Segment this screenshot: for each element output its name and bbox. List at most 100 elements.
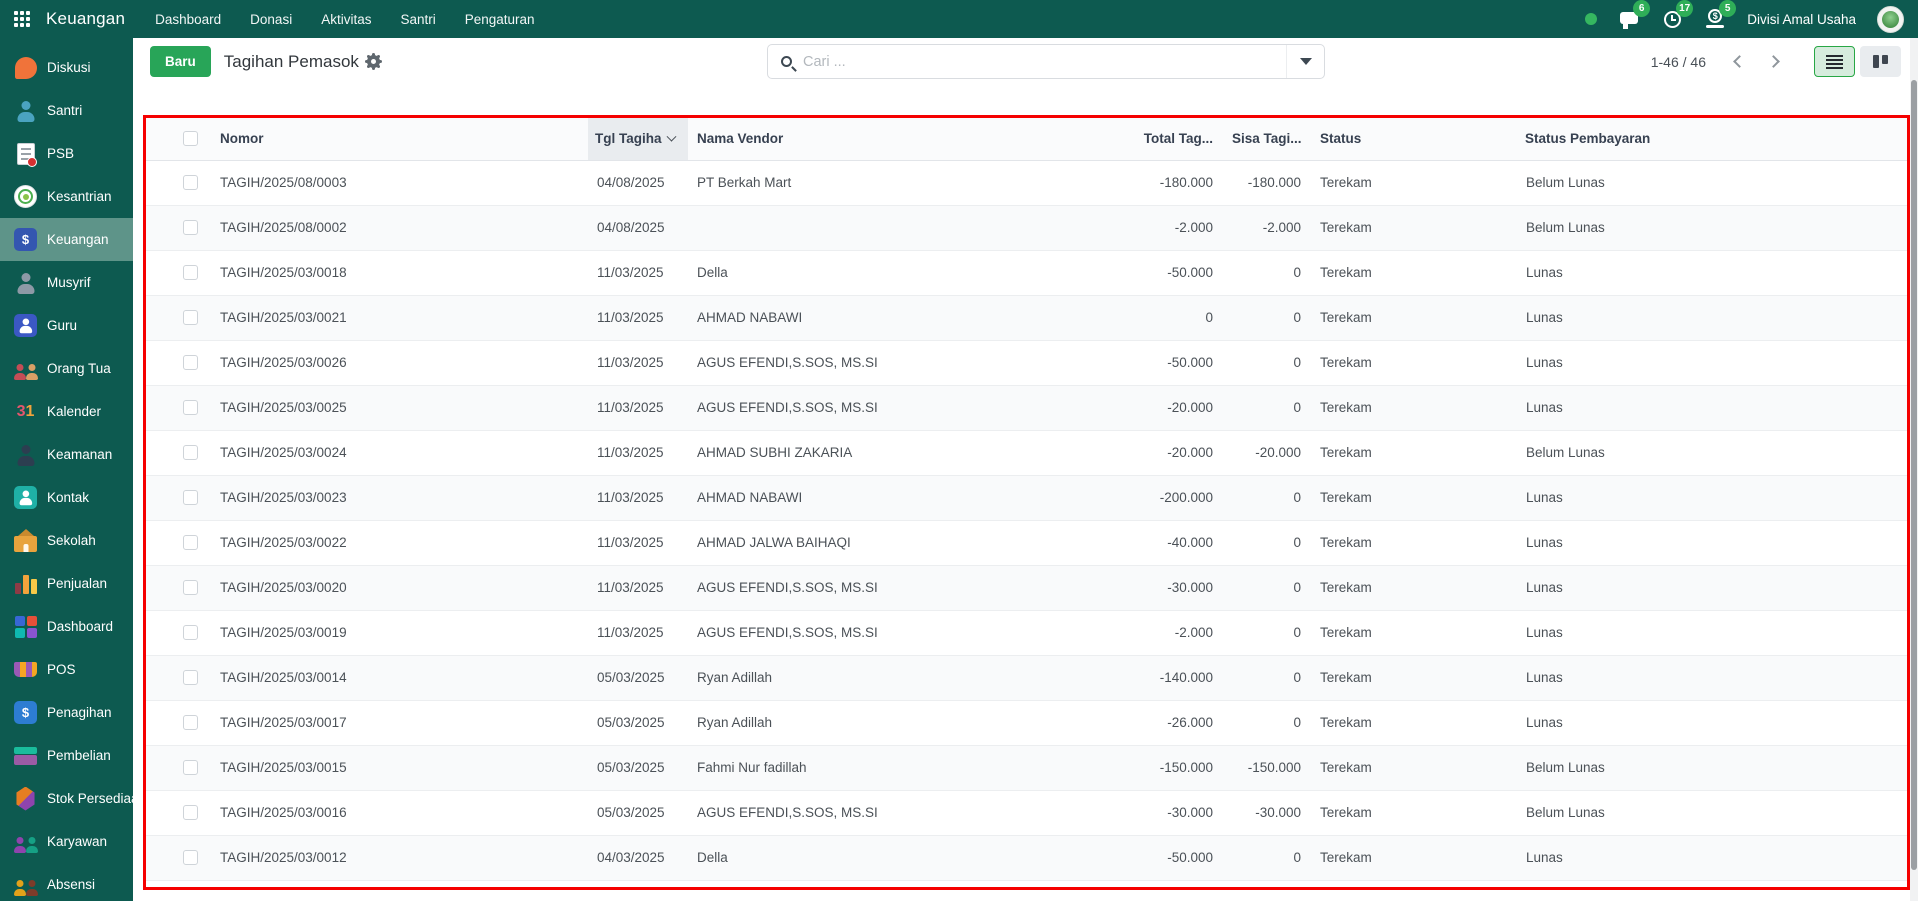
row-checkbox[interactable] [183, 355, 198, 370]
table-row[interactable]: TAGIH/2025/03/0020 11/03/2025 AGUS EFENDI,… [146, 564, 1907, 610]
row-checkbox[interactable] [183, 535, 198, 550]
table-row[interactable]: TAGIH/2025/08/0003 04/08/2025 PT Berkah Ma… [146, 159, 1907, 205]
apps-grid-icon[interactable] [14, 10, 31, 28]
attendance-icon [13, 872, 38, 897]
sidebar-item-karyawan[interactable]: Karyawan [0, 820, 133, 863]
new-button[interactable]: Baru [150, 46, 211, 77]
select-all-checkbox[interactable] [183, 131, 198, 147]
table-row[interactable]: TAGIH/2025/03/0026 11/03/2025 AGUS EFENDI,… [146, 339, 1907, 385]
table-row[interactable]: TAGIH/2025/03/0024 11/03/2025 AHMAD SUBHI … [146, 429, 1907, 475]
table-row[interactable]: TAGIH/2025/03/0025 11/03/2025 AGUS EFENDI,… [146, 384, 1907, 430]
cell-pembayaran: Lunas [1516, 699, 1907, 745]
scrollbar-thumb[interactable] [1911, 80, 1917, 870]
row-checkbox[interactable] [183, 175, 198, 190]
cell-sisa: -150.000 [1223, 744, 1311, 790]
nav-menu-pengaturan[interactable]: Pengaturan [465, 12, 535, 27]
sidebar-item-keuangan[interactable]: $ Keuangan [0, 218, 133, 261]
table-row[interactable]: TAGIH/2025/08/0002 04/08/2025 -2.000 -2.000… [146, 204, 1907, 250]
table-row[interactable]: TAGIH/2025/03/0014 05/03/2025 Ryan Adillah… [146, 654, 1907, 700]
nav-menu-donasi[interactable]: Donasi [250, 12, 292, 27]
nav-menu-aktivitas[interactable]: Aktivitas [321, 12, 371, 27]
row-checkbox[interactable] [183, 490, 198, 505]
sidebar-item-keamanan[interactable]: Keamanan [0, 433, 133, 476]
employees-icon [13, 829, 38, 854]
sidebar-item-stok-persediaan[interactable]: Stok Persediaan [0, 777, 133, 820]
payments-button[interactable]: $ 5 [1704, 0, 1737, 31]
table-row[interactable]: TAGIH/2025/03/0022 11/03/2025 AHMAD JALWA … [146, 519, 1907, 565]
search-dropdown-toggle[interactable] [1286, 45, 1324, 78]
cell-vendor: AHMAD NABAWI [688, 294, 1083, 340]
cell-total: -26.000 [1083, 699, 1223, 745]
row-checkbox[interactable] [183, 580, 198, 595]
kanban-view-button[interactable] [1860, 46, 1901, 77]
table-row[interactable]: TAGIH/2025/03/0021 11/03/2025 AHMAD NABAWI… [146, 294, 1907, 340]
table-row[interactable]: TAGIH/2025/03/0016 05/03/2025 AGUS EFENDI,… [146, 789, 1907, 835]
table-row[interactable]: TAGIH/2025/03/0017 05/03/2025 Ryan Adillah… [146, 699, 1907, 745]
cell-nomor: TAGIH/2025/03/0020 [211, 564, 588, 610]
cell-tgl: 05/03/2025 [588, 744, 688, 790]
activities-badge: 17 [1676, 0, 1694, 17]
activities-button[interactable]: 17 [1661, 0, 1694, 31]
column-header-status[interactable]: Status [1311, 118, 1516, 161]
sidebar-item-orang-tua[interactable]: Orang Tua [0, 347, 133, 390]
pager-previous-button[interactable] [1722, 46, 1756, 78]
cell-pembayaran: Belum Lunas [1516, 429, 1907, 475]
row-checkbox[interactable] [183, 805, 198, 820]
cell-sisa: 0 [1223, 249, 1311, 295]
sidebar-item-musyrif[interactable]: Musyrif [0, 261, 133, 304]
sidebar-item-santri[interactable]: Santri [0, 89, 133, 132]
row-checkbox[interactable] [183, 760, 198, 775]
sidebar-item-kalender[interactable]: 3 1 Kalender [0, 390, 133, 433]
table-row[interactable]: TAGIH/2025/03/0023 11/03/2025 AHMAD NABAWI… [146, 474, 1907, 520]
cell-tgl: 04/03/2025 [588, 879, 688, 887]
app-name[interactable]: Keuangan [46, 9, 125, 29]
row-checkbox[interactable] [183, 670, 198, 685]
column-header-vendor[interactable]: Nama Vendor [688, 118, 1083, 161]
control-panel: Baru Tagihan Pemasok 1-46 / 46 [133, 38, 1918, 85]
gear-icon[interactable] [366, 55, 380, 68]
column-header-sisa[interactable]: Sisa Tagi... [1223, 118, 1311, 161]
row-checkbox[interactable] [183, 715, 198, 730]
table-row[interactable]: TAGIH/2025/03/0019 11/03/2025 AGUS EFENDI,… [146, 609, 1907, 655]
search-input[interactable] [792, 53, 1286, 70]
sidebar-item-sekolah[interactable]: Sekolah [0, 519, 133, 562]
cell-nomor: TAGIH/2025/03/0023 [211, 474, 588, 520]
sidebar-item-dashboard[interactable]: Dashboard [0, 605, 133, 648]
cell-total: -40.000 [1083, 519, 1223, 565]
nav-menu-dashboard[interactable]: Dashboard [155, 12, 221, 27]
table-row[interactable]: TAGIH/2025/03/0012 04/03/2025 Della -50.000… [146, 834, 1907, 880]
company-switcher[interactable]: Divisi Amal Usaha [1747, 12, 1856, 27]
column-header-pembayaran[interactable]: Status Pembayaran [1516, 118, 1907, 161]
table-row[interactable]: TAGIH/2025/03/0015 05/03/2025 Fahmi Nur fa… [146, 744, 1907, 790]
column-header-tgl[interactable]: Tgl Tagiha [588, 118, 688, 161]
cell-nomor: TAGIH/2025/03/0024 [211, 429, 588, 475]
sidebar-item-absensi[interactable]: Absensi [0, 863, 133, 901]
sidebar-item-guru[interactable]: Guru [0, 304, 133, 347]
table-row[interactable]: TAGIH/2025/03/0018 11/03/2025 Della -50.000… [146, 249, 1907, 295]
messages-button[interactable]: 6 [1618, 0, 1651, 31]
row-checkbox[interactable] [183, 220, 198, 235]
sidebar-item-kesantrian[interactable]: Kesantrian [0, 175, 133, 218]
pager-next-button[interactable] [1756, 46, 1790, 78]
cell-status: Terekam [1311, 789, 1516, 835]
sidebar-item-penjualan[interactable]: Penjualan [0, 562, 133, 605]
nav-menu-santri[interactable]: Santri [400, 12, 435, 27]
table-row[interactable]: TAGIH/2025/03/001104/03/2025Della-100.00… [146, 879, 1907, 887]
sidebar-item-pos[interactable]: POS [0, 648, 133, 691]
row-checkbox[interactable] [183, 400, 198, 415]
sidebar-item-kontak[interactable]: Kontak [0, 476, 133, 519]
row-checkbox[interactable] [183, 625, 198, 640]
sidebar-item-pembelian[interactable]: Pembelian [0, 734, 133, 777]
sidebar-item-diskusi[interactable]: Diskusi [0, 46, 133, 89]
column-header-total[interactable]: Total Tag... [1083, 118, 1223, 161]
sidebar-item-penagihan[interactable]: $ Penagihan [0, 691, 133, 734]
row-checkbox[interactable] [183, 850, 198, 865]
column-header-nomor[interactable]: Nomor [211, 118, 588, 161]
user-avatar[interactable] [1877, 5, 1904, 33]
sidebar-item-psb[interactable]: PSB [0, 132, 133, 175]
row-checkbox[interactable] [183, 310, 198, 325]
row-checkbox[interactable] [183, 265, 198, 280]
list-view-button[interactable] [1814, 46, 1855, 77]
row-checkbox[interactable] [183, 445, 198, 460]
sidebar-item-label: Karyawan [47, 834, 108, 849]
